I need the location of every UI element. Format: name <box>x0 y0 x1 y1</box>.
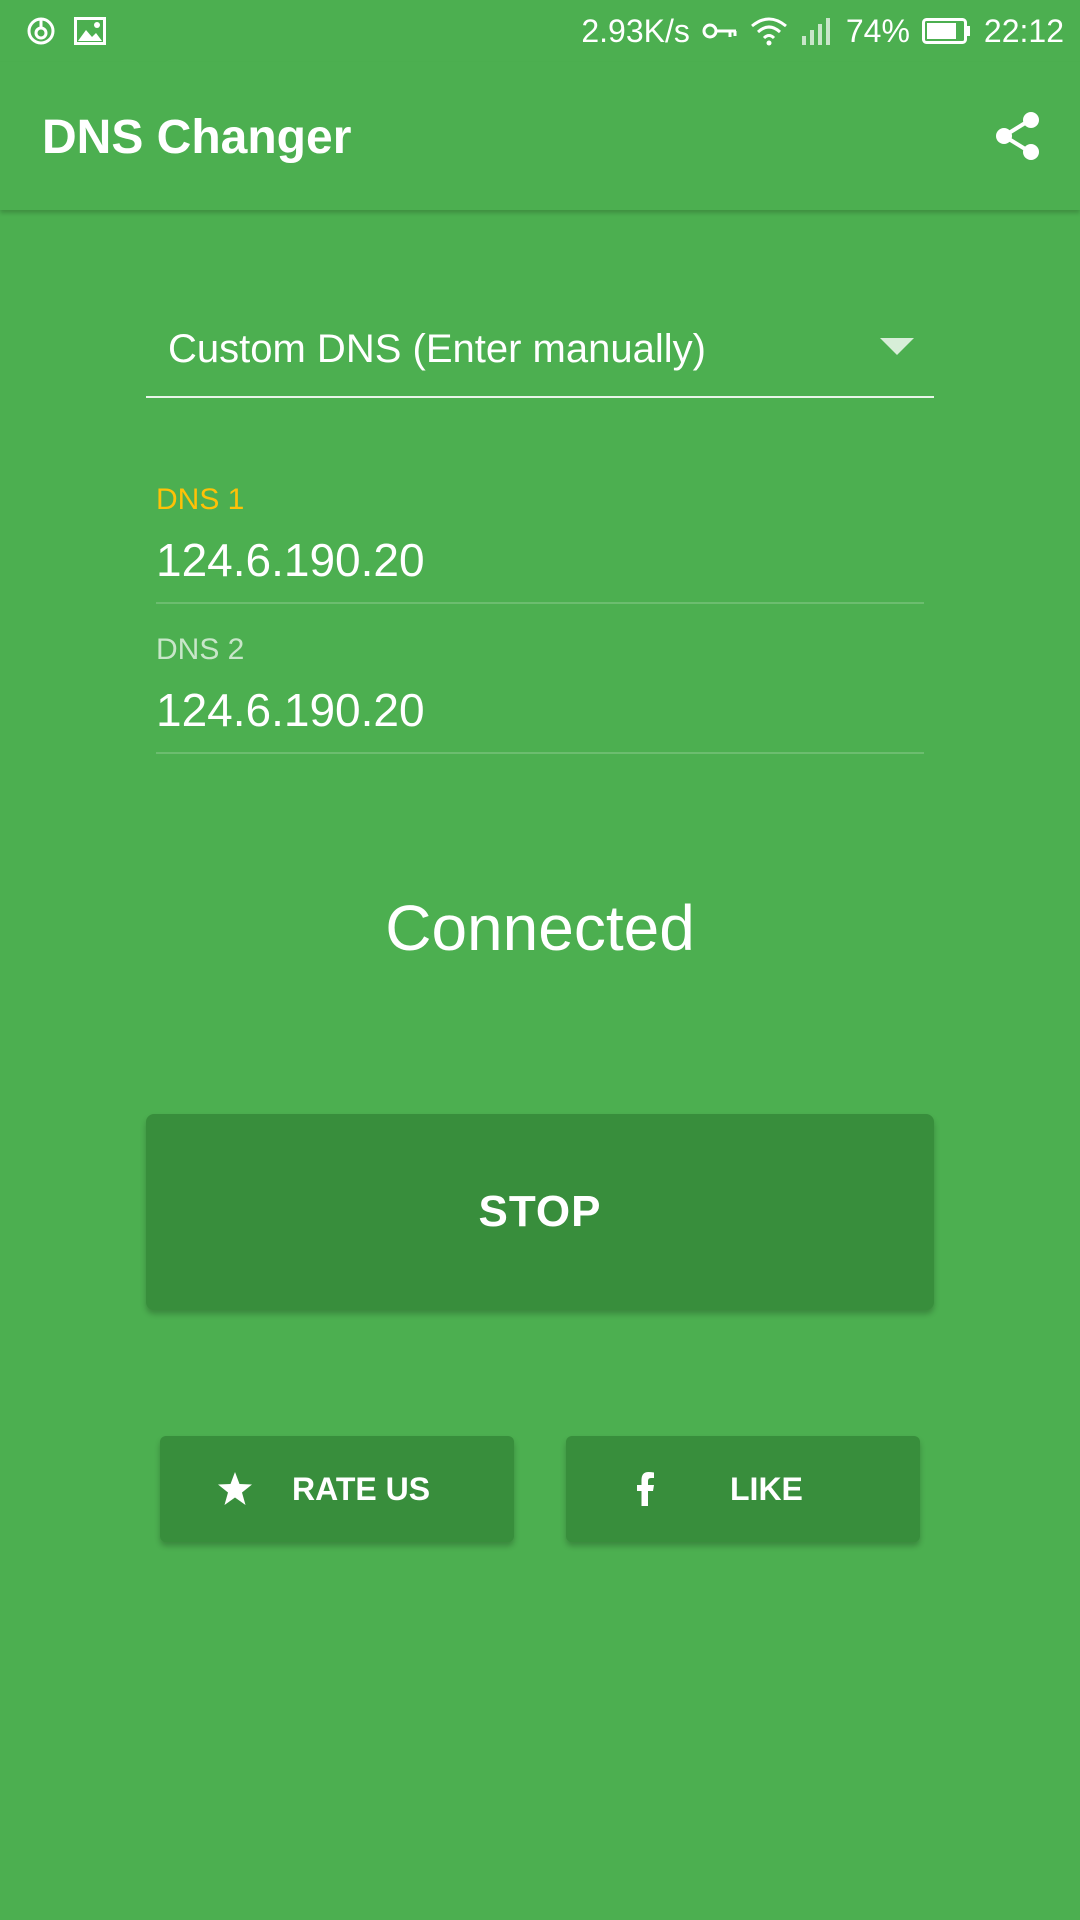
dropdown-arrow-icon <box>880 338 914 355</box>
rate-us-label: RATE US <box>292 1471 431 1507</box>
dns2-underline <box>156 752 924 754</box>
notification-icons <box>26 14 106 48</box>
dns-provider-dropdown[interactable]: Custom DNS (Enter manually) <box>146 310 934 398</box>
share-icon <box>996 112 1039 160</box>
app-title: DNS Changer <box>42 111 352 164</box>
rate-us-button[interactable]: RATE US <box>160 1436 514 1542</box>
share-button[interactable] <box>992 110 1044 162</box>
image-icon <box>74 17 106 45</box>
connection-status: Connected <box>385 892 695 964</box>
battery-percent: 74% <box>845 13 910 49</box>
status-bar: 2.93K/s 74% 22:12 <box>0 0 1080 62</box>
vpn-key-icon <box>702 23 737 39</box>
signal-icon <box>801 18 830 45</box>
screen: 2.93K/s 74% 22:12 DNS Changer Custom DNS… <box>0 0 1080 1920</box>
like-label: LIKE <box>730 1471 803 1507</box>
star-icon <box>218 1472 252 1505</box>
battery-icon <box>921 18 970 44</box>
dns2-label: DNS 2 <box>156 633 245 666</box>
app-bar: DNS Changer <box>0 62 1080 210</box>
dns1-field[interactable]: DNS 1 124.6.190.20 <box>156 482 924 604</box>
stop-button[interactable]: STOP <box>146 1114 934 1310</box>
dns1-input[interactable]: 124.6.190.20 <box>156 532 924 588</box>
dns1-underline <box>156 602 924 604</box>
dns-provider-selected: Custom DNS (Enter manually) <box>168 327 706 371</box>
network-speed: 2.93K/s <box>581 13 690 49</box>
dns2-field[interactable]: DNS 2 124.6.190.20 <box>156 632 924 754</box>
clock: 22:12 <box>983 13 1064 49</box>
facebook-icon <box>637 1472 654 1506</box>
status-indicators: 2.93K/s 74% 22:12 <box>581 10 1064 52</box>
like-button[interactable]: LIKE <box>566 1436 920 1542</box>
dns2-input[interactable]: 124.6.190.20 <box>156 682 924 738</box>
dns1-label: DNS 1 <box>156 483 245 516</box>
app-notification-icon <box>27 17 55 45</box>
wifi-icon <box>750 17 787 46</box>
